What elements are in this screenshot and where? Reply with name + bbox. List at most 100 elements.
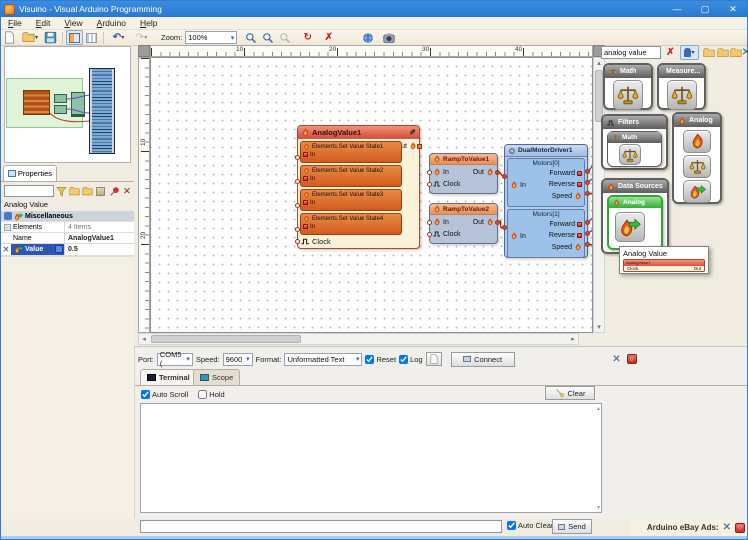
state4-in-connector[interactable] (295, 227, 300, 232)
zoom-in-button[interactable] (242, 30, 259, 45)
value-expand-button[interactable] (55, 245, 63, 253)
delete-button[interactable]: ✗ (320, 30, 337, 45)
motor1-in-connector[interactable] (502, 225, 507, 230)
ramp1-out-connector[interactable] (495, 170, 500, 175)
toggle-grid-button[interactable] (83, 30, 100, 45)
component-tile-analog-1[interactable] (683, 130, 711, 153)
analogvalue1-clock-connector[interactable] (295, 239, 300, 244)
property-group-row[interactable]: Miscellaneous (1, 211, 134, 222)
send-input[interactable] (140, 520, 502, 533)
toolbox-expand-folders-icon[interactable] (716, 46, 729, 59)
collapse-all-icon[interactable] (82, 186, 93, 197)
properties-search-input[interactable] (4, 185, 54, 197)
serial-power-icon[interactable]: ○ (626, 354, 637, 364)
ramptovalue2-header[interactable]: RampToValue2 (430, 204, 497, 215)
toolbox-search-input[interactable] (601, 46, 661, 59)
reset-checkbox[interactable]: Reset (365, 354, 396, 364)
category-data-sources[interactable]: Data Sources Analog (601, 178, 669, 254)
menu-edit[interactable]: Edit (29, 17, 58, 29)
log-checkbox[interactable]: Log (399, 354, 423, 364)
category-math[interactable]: Math (603, 63, 653, 110)
log-file-button[interactable] (425, 352, 442, 366)
scroll-right-arrow[interactable]: ▸ (568, 334, 578, 344)
horizontal-scroll-thumb[interactable] (151, 335, 301, 343)
send-button[interactable]: Send (552, 519, 592, 534)
zoom-out-button[interactable] (259, 30, 276, 45)
menu-help[interactable]: Help (133, 17, 164, 29)
tab-properties[interactable]: Properties (3, 165, 57, 181)
ads-power-icon[interactable]: ○ (735, 522, 745, 533)
motor1-reverse-connector[interactable] (585, 231, 590, 236)
motor0-forward-connector[interactable] (585, 169, 590, 174)
menu-view[interactable]: View (57, 17, 89, 29)
motor1-in-pin[interactable]: In (510, 232, 526, 240)
save-project-button[interactable] (42, 30, 59, 45)
property-row-name[interactable]: Name AnalogValue1 (1, 233, 134, 244)
auto-clear-checkbox[interactable]: Auto Clear (507, 521, 553, 530)
component-analogvalue1[interactable]: AnalogValue1 ✎ Out Elements.Set Value St… (295, 125, 422, 249)
pin-properties-icon[interactable] (109, 186, 120, 197)
state1-in-connector[interactable] (295, 155, 300, 160)
element-setvalue-state2[interactable]: Elements.Set Value State2 In (300, 165, 402, 187)
port-combobox[interactable]: COM5 (▾ (156, 350, 193, 368)
scroll-down-arrow[interactable]: ▾ (594, 322, 604, 332)
dualmotordriver1-header[interactable]: DualMotorDriver1 (505, 145, 587, 157)
vertical-scroll-thumb[interactable] (595, 70, 603, 122)
close-button[interactable]: ✕ (719, 2, 747, 17)
undo-button[interactable]: ↶ ▾ (107, 30, 130, 45)
ramp1-in-connector[interactable] (427, 170, 432, 175)
tab-terminal[interactable]: Terminal (140, 369, 197, 385)
menu-arduino[interactable]: Arduino (90, 17, 133, 29)
motor1-forward-pin[interactable]: Forward (549, 221, 582, 228)
component-tile-filters-math[interactable] (619, 144, 641, 165)
ramp1-out-pin[interactable]: Out (473, 168, 494, 176)
properties-filter-icon[interactable] (56, 186, 67, 197)
horizontal-scrollbar[interactable]: ◂ ▸ (138, 333, 579, 345)
zoom-reset-button[interactable] (276, 30, 293, 45)
format-combobox[interactable]: Unformatted Text ▾ (284, 352, 363, 366)
categorize-icon[interactable] (95, 186, 105, 196)
analogvalue1-clock-pin[interactable]: Clock (301, 237, 331, 246)
ramp1-clock-connector[interactable] (427, 182, 432, 187)
hold-checkbox[interactable]: Hold (198, 390, 225, 399)
terminal-scroll-down-icon[interactable]: ▾ (597, 504, 600, 511)
component-tile-measure[interactable] (667, 80, 697, 110)
refresh-button[interactable]: ↻ (299, 30, 316, 45)
snapshot-button[interactable] (380, 30, 397, 45)
web-button[interactable] (359, 30, 376, 45)
component-tile-analog-2[interactable] (683, 155, 711, 178)
state3-in-connector[interactable] (295, 203, 300, 208)
component-tile-math[interactable] (613, 80, 643, 110)
redo-button[interactable]: ↷ ▾ (130, 30, 153, 45)
ramp2-in-connector[interactable] (427, 220, 432, 225)
category-filters[interactable]: Filters Math (601, 114, 668, 170)
motor0-in-connector[interactable] (502, 174, 507, 179)
project-overview-minimap[interactable] (4, 46, 131, 163)
property-row-elements[interactable]: ⋯ Elements 4 Items (1, 222, 134, 233)
component-ramptovalue2[interactable]: RampToValue2 In Out Clock (427, 203, 500, 244)
toolbox-tools-icon[interactable]: ✕ (741, 46, 747, 59)
properties-close-tools-icon[interactable]: ✕ (122, 186, 132, 197)
subcategory-filters-math[interactable]: Math (607, 131, 662, 167)
motor1-reverse-pin[interactable]: Reverse (549, 232, 582, 239)
component-ramptovalue1[interactable]: RampToValue1 In Out Clock (427, 153, 500, 194)
motor0-speed-connector[interactable] (585, 191, 590, 196)
maximize-button[interactable]: ▢ (691, 2, 719, 17)
motor0-reverse-connector[interactable] (585, 180, 590, 185)
motor0-speed-pin[interactable]: Speed (552, 192, 582, 200)
component-tile-analog-3[interactable] (683, 180, 711, 203)
category-analog[interactable]: Analog (672, 112, 722, 204)
motor1-forward-connector[interactable] (585, 220, 590, 225)
terminal-scroll-up-icon[interactable]: ▴ (597, 405, 600, 412)
edit-pencil-icon[interactable]: ✎ (409, 128, 416, 137)
expand-all-icon[interactable] (69, 186, 80, 197)
component-tile-analog-value[interactable] (615, 212, 645, 242)
element-setvalue-state3[interactable]: Elements.Set Value State3 In (300, 189, 402, 211)
connect-button[interactable]: Connect (450, 351, 515, 367)
tab-scope[interactable]: Scope (193, 369, 241, 385)
property-row-value[interactable]: ✕ Value 0.5 (1, 244, 134, 256)
motor0-forward-pin[interactable]: Forward (549, 170, 582, 177)
ramp2-out-connector[interactable] (495, 220, 500, 225)
expander-icon[interactable]: ⋯ (4, 223, 11, 231)
ramp1-clock-pin[interactable]: Clock (433, 180, 461, 188)
